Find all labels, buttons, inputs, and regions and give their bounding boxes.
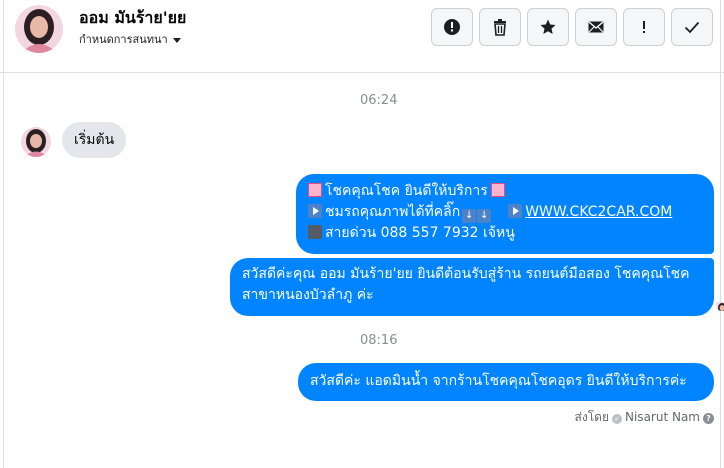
sent-by-name: Nisarut Nam (625, 410, 700, 424)
sent-by-info: ส่งโดย ✓ Nisarut Nam? (575, 408, 714, 427)
trash-icon (494, 19, 506, 36)
conversation-settings-dropdown[interactable]: กำหนดการสนทนา (79, 30, 181, 48)
mark-spam-button[interactable] (431, 8, 473, 46)
checkmark-icon (684, 21, 700, 34)
check-circle-icon: ✓ (612, 414, 622, 424)
outgoing-message[interactable]: สวัสดีค่ะคุณ ออม มันร้าย'ยย ยินดีต้อนรับ… (230, 258, 714, 316)
timestamp: 06:24 (360, 93, 398, 108)
important-button[interactable] (623, 8, 665, 46)
caret-down-icon (172, 37, 181, 43)
play-button-icon (508, 204, 523, 218)
message-text: สายด่วน 088 557 7932 เจ้หนู (325, 225, 515, 241)
incoming-message[interactable]: เริ่มต้น (62, 122, 127, 158)
cross-mark-icon (308, 183, 322, 197)
contact-avatar-small (21, 127, 51, 157)
star-button[interactable] (527, 8, 569, 46)
message-text: โชคคุณโชค ยินดีให้บริการ (325, 183, 488, 199)
delete-button[interactable] (479, 8, 521, 46)
exclamation-icon (643, 21, 645, 33)
timestamp: 08:16 (360, 333, 398, 348)
down-arrow-icon: ↓ (477, 209, 492, 223)
message-line: โชคคุณโชค ยินดีให้บริการ (308, 181, 702, 202)
star-icon (540, 19, 556, 34)
mobile-phone-icon (308, 225, 322, 239)
sent-by-label: ส่งโดย (574, 410, 609, 424)
website-link[interactable]: WWW.CKC2CAR.COM (525, 204, 672, 220)
help-icon[interactable]: ? (703, 413, 714, 424)
mark-unread-button[interactable] (575, 8, 617, 46)
message-line: สายด่วน 088 557 7932 เจ้หนู (308, 223, 702, 244)
outgoing-message[interactable]: โชคคุณโชค ยินดีให้บริการ ชมรถคุณภาพได้ที… (296, 174, 714, 254)
conversation-settings-label: กำหนดการสนทนา (79, 33, 168, 46)
seen-avatar (716, 299, 724, 311)
cross-mark-icon (490, 183, 505, 197)
outgoing-message[interactable]: สวัสดีค่ะ แอดมินน้ำ จากร้านโชคคุณโชคอุดร… (298, 363, 714, 401)
envelope-icon (588, 21, 604, 33)
alert-circle-icon (444, 19, 460, 35)
message-text: ชมรถคุณภาพได้ที่คลิ๊ก (325, 204, 461, 220)
message-line: ชมรถคุณภาพได้ที่คลิ๊ก ↓ ↓ WWW.CKC2CAR.COM (308, 202, 702, 223)
contact-avatar[interactable] (15, 5, 63, 53)
down-arrow-icon: ↓ (462, 209, 477, 223)
contact-name[interactable]: ออม มันร้าย'ยย (79, 6, 186, 31)
mark-done-button[interactable] (671, 8, 713, 46)
play-button-icon (308, 204, 322, 218)
conversation-header: ออม มันร้าย'ยย กำหนดการสนทนา (0, 0, 724, 73)
